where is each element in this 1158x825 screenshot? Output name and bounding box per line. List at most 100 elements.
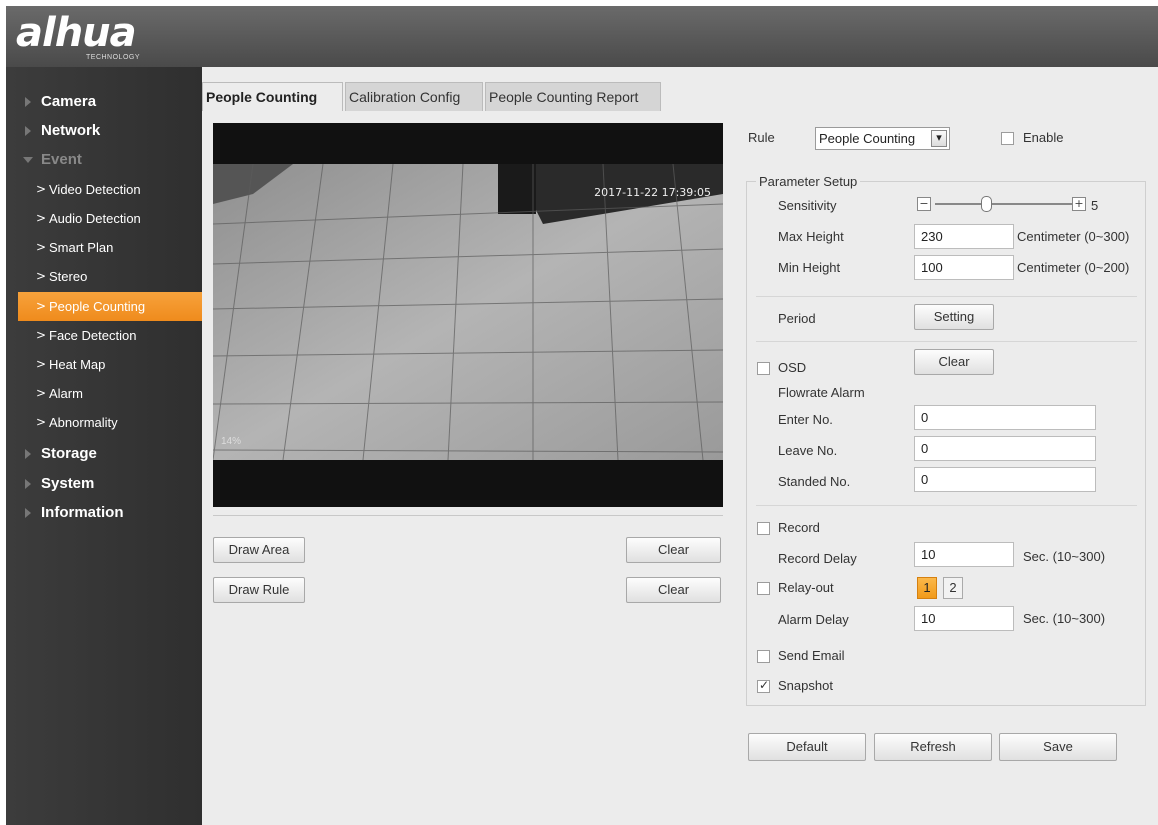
sidebar-subitem-label: Alarm [49, 386, 83, 401]
tab-people-counting[interactable]: People Counting [202, 82, 343, 111]
checkmark-icon: ✓ [759, 678, 770, 692]
draw-rule-button[interactable]: Draw Rule [213, 577, 305, 603]
rule-select-value: People Counting [819, 131, 916, 146]
sensitivity-decrease-button[interactable]: − [917, 197, 931, 211]
collapsed-arrow-icon [25, 126, 31, 136]
sidebar-item-storage[interactable]: Storage [6, 439, 202, 468]
parameter-setup-legend: Parameter Setup [756, 174, 861, 189]
period-setting-button[interactable]: Setting [914, 304, 994, 330]
sidebar-subitem-alarm[interactable]: > Alarm [6, 379, 202, 408]
sidebar-subitem-abnormality[interactable]: > Abnormality [6, 408, 202, 437]
sidebar-item-information[interactable]: Information [6, 498, 202, 527]
osd-clear-button[interactable]: Clear [914, 349, 994, 375]
enter-no-input[interactable]: 0 [914, 405, 1096, 430]
minus-icon: − [919, 197, 929, 210]
sidebar-item-camera[interactable]: Camera [6, 87, 202, 116]
sensitivity-slider[interactable] [935, 203, 1077, 205]
sidebar-item-network[interactable]: Network [6, 116, 202, 145]
record-delay-unit: Sec. (10~300) [1023, 549, 1106, 564]
brand-logo: alhua TECHNOLOGY [16, 10, 186, 64]
relay-channel-2[interactable]: 2 [943, 577, 963, 599]
chevron-right-icon: > [36, 182, 47, 196]
video-timestamp: 2017-11-22 17:39:05 [594, 186, 711, 199]
header-bar: alhua TECHNOLOGY [6, 6, 1158, 67]
alarm-delay-label: Alarm Delay [778, 612, 849, 627]
tab-people-counting-report[interactable]: People Counting Report [485, 82, 661, 111]
chevron-down-icon: ▾ [931, 130, 947, 147]
max-height-unit: Centimeter (0~300) [1017, 229, 1130, 244]
refresh-button[interactable]: Refresh [874, 733, 992, 761]
relay-out-checkbox[interactable] [757, 582, 770, 595]
sidebar-subitem-label: Face Detection [49, 328, 137, 343]
sidebar-subitem-heat-map[interactable]: > Heat Map [6, 350, 202, 379]
snapshot-checkbox[interactable]: ✓ [757, 678, 770, 693]
relay-channel-1[interactable]: 1 [917, 577, 937, 599]
collapsed-arrow-icon [25, 508, 31, 518]
send-email-label: Send Email [778, 648, 845, 663]
enter-no-label: Enter No. [778, 412, 833, 427]
min-height-label: Min Height [778, 260, 841, 275]
rule-select[interactable]: People Counting ▾ [815, 127, 950, 150]
osd-checkbox[interactable] [757, 362, 770, 375]
max-height-input[interactable]: 230 [914, 224, 1014, 249]
sidebar-item-label: Information [41, 504, 124, 521]
divider [756, 505, 1137, 506]
divider [756, 296, 1137, 297]
sensitivity-label: Sensitivity [778, 198, 837, 213]
record-delay-input[interactable]: 10 [914, 542, 1014, 567]
sidebar-subitem-smart-plan[interactable]: > Smart Plan [6, 233, 202, 262]
sidebar-subitem-label: Heat Map [49, 357, 106, 372]
sidebar-subitem-stereo[interactable]: > Stereo [6, 262, 202, 291]
sidebar-item-label: Event [41, 151, 82, 168]
osd-label: OSD [778, 360, 807, 375]
sidebar-subitem-face-detection[interactable]: > Face Detection [6, 321, 202, 350]
min-height-input[interactable]: 100 [914, 255, 1014, 280]
enable-label: Enable [1023, 130, 1064, 145]
snapshot-label: Snapshot [778, 678, 833, 693]
video-overlay-mark: 14% [221, 436, 241, 447]
default-button[interactable]: Default [748, 733, 866, 761]
sidebar-item-event[interactable]: Event [6, 145, 202, 174]
chevron-right-icon: > [36, 386, 47, 400]
sensitivity-value: 5 [1091, 198, 1099, 213]
alarm-delay-input[interactable]: 10 [914, 606, 1014, 631]
chevron-right-icon: > [36, 299, 47, 313]
period-label: Period [778, 311, 816, 326]
record-checkbox[interactable] [757, 522, 770, 535]
sidebar-item-system[interactable]: System [6, 469, 202, 498]
clear-rule-button[interactable]: Clear [626, 577, 721, 603]
relay-out-label: Relay-out [778, 580, 834, 595]
video-preview[interactable]: 14% 2017-11-22 17:39:05 [213, 123, 723, 507]
sidebar-item-label: Network [41, 122, 101, 139]
sidebar-item-label: Camera [41, 93, 97, 110]
alarm-delay-unit: Sec. (10~300) [1023, 611, 1106, 626]
sidebar-subitem-audio-detection[interactable]: > Audio Detection [6, 204, 202, 233]
sidebar-subitem-video-detection[interactable]: > Video Detection [6, 175, 202, 204]
logo-wordmark: alhua [16, 10, 137, 56]
expanded-arrow-icon [23, 157, 33, 163]
divider [213, 515, 723, 516]
draw-area-button[interactable]: Draw Area [213, 537, 305, 563]
chevron-right-icon: > [36, 269, 47, 283]
leave-no-label: Leave No. [778, 443, 838, 458]
sensitivity-increase-button[interactable]: + [1072, 197, 1086, 211]
clear-area-button[interactable]: Clear [626, 537, 721, 563]
min-height-unit: Centimeter (0~200) [1017, 260, 1130, 275]
send-email-checkbox[interactable] [757, 650, 770, 663]
leave-no-input[interactable]: 0 [914, 436, 1096, 461]
sensitivity-slider-handle[interactable] [981, 196, 993, 212]
save-button[interactable]: Save [999, 733, 1117, 761]
max-height-label: Max Height [778, 229, 844, 244]
chevron-right-icon: > [36, 328, 47, 342]
sidebar-subitem-people-counting[interactable]: > People Counting [18, 292, 202, 321]
chevron-right-icon: > [36, 211, 47, 225]
sidebar-subitem-label: Smart Plan [49, 240, 114, 255]
collapsed-arrow-icon [25, 449, 31, 459]
chevron-right-icon: > [36, 240, 47, 254]
plus-icon: + [1074, 197, 1084, 210]
standed-no-input[interactable]: 0 [914, 467, 1096, 492]
sidebar-item-label: System [41, 475, 95, 492]
tab-calibration-config[interactable]: Calibration Config [345, 82, 483, 111]
flowrate-alarm-label: Flowrate Alarm [778, 385, 865, 400]
enable-checkbox[interactable] [1001, 132, 1014, 145]
